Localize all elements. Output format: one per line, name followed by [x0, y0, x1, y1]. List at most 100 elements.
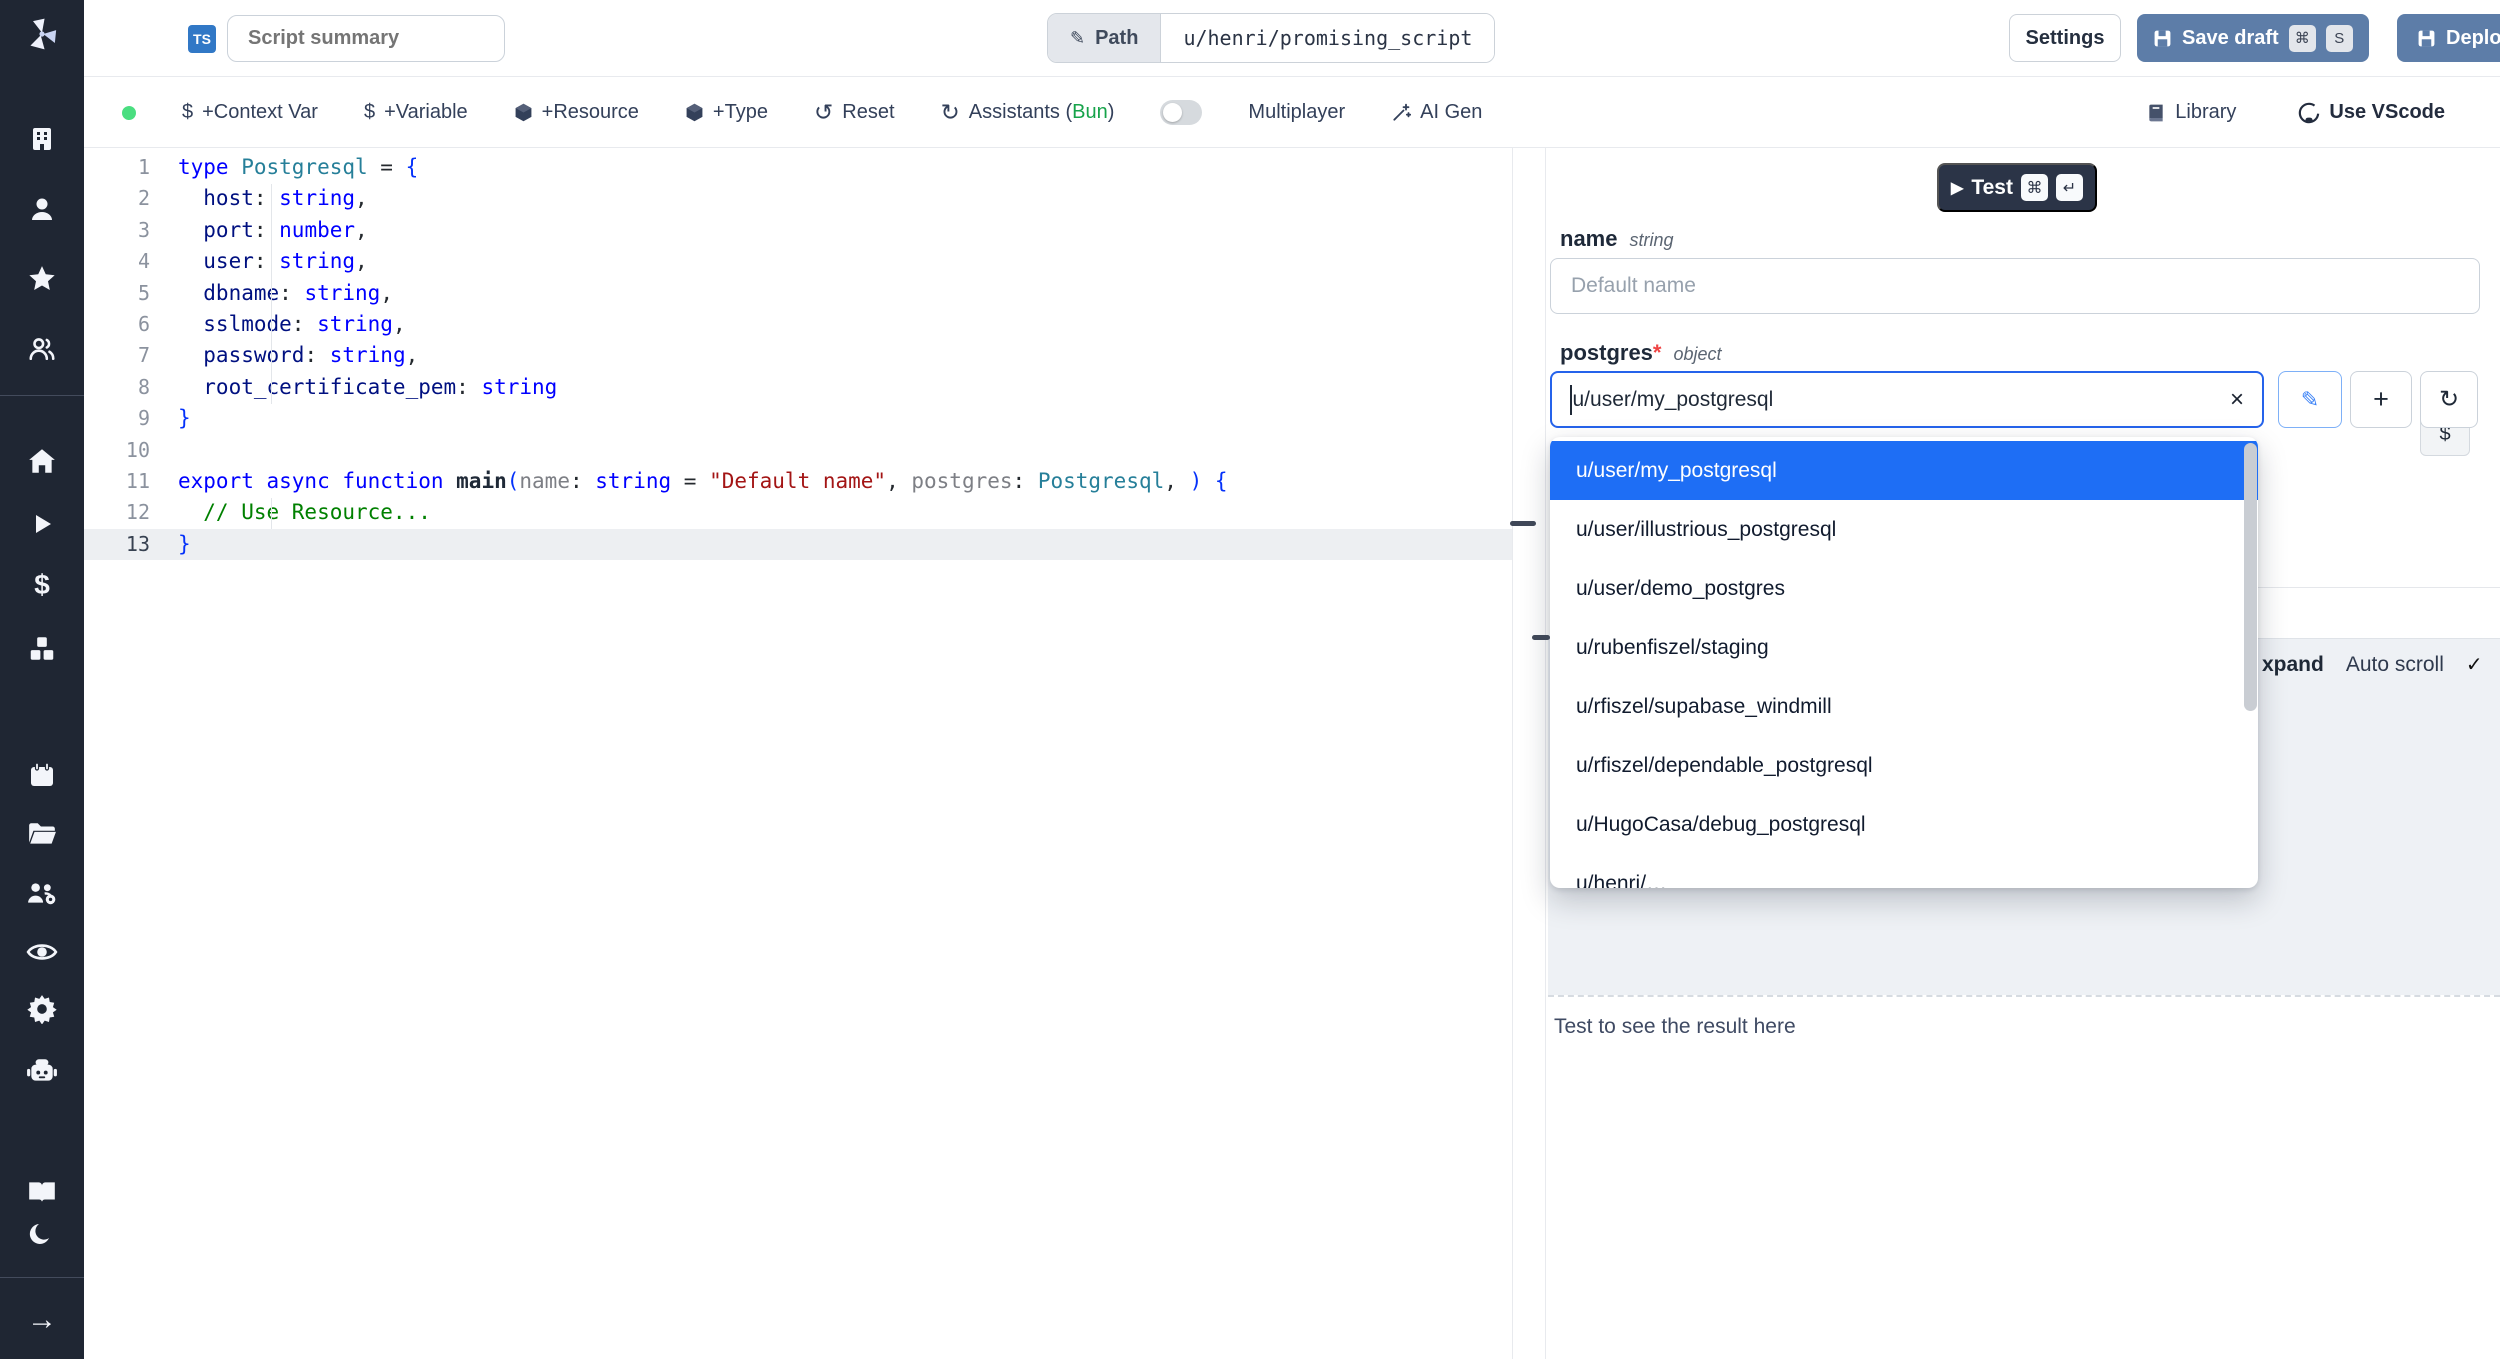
eye-icon[interactable] — [26, 938, 58, 966]
cube-icon — [514, 103, 533, 122]
postgres-value: u/user/my_postgresql — [1573, 388, 1774, 412]
add-type-button[interactable]: +Type — [685, 101, 768, 124]
dropdown-scrollbar[interactable] — [2244, 443, 2257, 711]
line-number: 3 — [84, 215, 178, 246]
robot-icon[interactable] — [26, 1057, 58, 1085]
dollar-icon: $ — [364, 101, 375, 124]
sidebar: $ → — [0, 0, 84, 1359]
code-text: password: string, — [178, 340, 418, 371]
code-line[interactable]: 5 dbname: string, — [84, 278, 1512, 309]
deploy-label: Deploy — [2446, 27, 2500, 50]
dropdown-item[interactable]: u/henri/… — [1550, 854, 2258, 888]
dropdown-item[interactable]: u/rfiszel/supabase_windmill — [1550, 677, 2258, 736]
dropdown-item[interactable]: u/HugoCasa/debug_postgresql — [1550, 795, 2258, 854]
cubes-icon[interactable] — [27, 634, 57, 664]
windmill-logo[interactable] — [24, 16, 60, 52]
add-context-var-button[interactable]: $+Context Var — [182, 101, 318, 124]
vertical-splitter-handle[interactable] — [1510, 521, 1536, 526]
multiplayer-label: Multiplayer — [1248, 101, 1345, 124]
horizontal-splitter-handle[interactable] — [1532, 635, 1550, 640]
add-variable-button[interactable]: $+Variable — [364, 101, 468, 124]
library-button[interactable]: Library — [2146, 101, 2236, 124]
code-line[interactable]: 7 password: string, — [84, 340, 1512, 371]
line-number: 4 — [84, 246, 178, 277]
cube-icon — [685, 103, 704, 122]
star-icon[interactable] — [27, 264, 57, 294]
moon-icon[interactable] — [28, 1221, 56, 1249]
deploy-button[interactable]: Deploy — [2397, 14, 2500, 62]
indent-guide — [271, 184, 272, 404]
line-number: 2 — [84, 183, 178, 214]
settings-button[interactable]: Settings — [2009, 14, 2121, 62]
code-text: // Use Resource... — [178, 497, 431, 528]
code-line[interactable]: 2 host: string, — [84, 183, 1512, 214]
code-line[interactable]: 1type Postgresql = { — [84, 152, 1512, 183]
test-button[interactable]: ▶ Test ⌘ ↵ — [1937, 163, 2097, 212]
editor-toolbar: $+Context Var $+Variable +Resource +Type… — [84, 77, 2500, 148]
postgres-input[interactable]: u/user/my_postgresql × — [1550, 371, 2264, 428]
save-draft-button[interactable]: Save draft ⌘ S — [2137, 14, 2369, 62]
building-icon[interactable] — [28, 125, 56, 153]
line-number: 8 — [84, 372, 178, 403]
line-number: 10 — [84, 435, 178, 466]
add-resource-button[interactable]: +Resource — [514, 101, 639, 124]
refresh-icon: ↻ — [941, 99, 960, 126]
name-field-label: name string — [1560, 226, 1674, 252]
autoscroll-checkbox[interactable]: ✓ — [2466, 652, 2483, 677]
book-icon — [2146, 103, 2166, 123]
home-icon[interactable] — [27, 446, 57, 476]
book-icon[interactable] — [26, 1178, 58, 1206]
add-resource-button[interactable]: + — [2350, 371, 2412, 428]
result-area: Test to see the result here — [1548, 995, 2500, 1359]
assistants-button[interactable]: ↻Assistants (Bun) — [941, 99, 1115, 126]
dropdown-item[interactable]: u/rubenfiszel/staging — [1550, 618, 2258, 677]
code-text: type Postgresql = { — [178, 152, 418, 183]
path-value: u/henri/promising_script — [1161, 14, 1494, 62]
line-number: 13 — [84, 529, 178, 560]
line-number: 12 — [84, 497, 178, 528]
arrow-right-icon[interactable]: → — [27, 1303, 57, 1337]
sidebar-divider — [0, 1277, 84, 1278]
text-caret — [1570, 385, 1572, 415]
dollar-icon[interactable]: $ — [34, 569, 50, 601]
code-line[interactable]: 4 user: string, — [84, 246, 1512, 277]
expand-button[interactable]: xpand — [2262, 653, 2324, 677]
resource-dropdown: u/user/my_postgresqlu/user/illustrious_p… — [1550, 437, 2258, 888]
typescript-badge: TS — [188, 25, 216, 53]
name-input[interactable] — [1550, 258, 2480, 314]
workers-icon[interactable] — [26, 878, 58, 908]
panel-splitter[interactable] — [1545, 148, 1546, 1359]
use-vscode-button[interactable]: Use VScode — [2298, 101, 2445, 124]
ai-gen-button[interactable]: AI Gen — [1391, 101, 1482, 124]
code-text: sslmode: string, — [178, 309, 406, 340]
code-line[interactable]: 8 root_certificate_pem: string — [84, 372, 1512, 403]
dropdown-item[interactable]: u/user/demo_postgres — [1550, 559, 2258, 618]
code-line[interactable]: 3 port: number, — [84, 215, 1512, 246]
status-dot — [122, 106, 136, 120]
code-line[interactable]: 11export async function main(name: strin… — [84, 466, 1512, 497]
script-summary-input[interactable] — [227, 15, 505, 62]
code-line[interactable]: 12 // Use Resource... — [84, 497, 1512, 528]
reset-button[interactable]: ↺Reset — [814, 99, 895, 126]
code-line[interactable]: 9} — [84, 403, 1512, 434]
code-editor[interactable]: 1type Postgresql = {2 host: string,3 por… — [84, 148, 1512, 1359]
code-line[interactable]: 10 — [84, 435, 1512, 466]
calendar-icon[interactable] — [28, 761, 56, 789]
multiplayer-toggle[interactable] — [1160, 100, 1202, 125]
edit-resource-button[interactable]: ✎ — [2278, 371, 2342, 428]
folder-icon[interactable] — [27, 819, 57, 849]
line-number: 6 — [84, 309, 178, 340]
path-widget[interactable]: ✎ Path u/henri/promising_script — [1047, 13, 1495, 63]
dropdown-item[interactable]: u/rfiszel/dependable_postgresql — [1550, 736, 2258, 795]
gear-icon[interactable] — [27, 994, 57, 1024]
code-line[interactable]: 6 sslmode: string, — [84, 309, 1512, 340]
dropdown-item[interactable]: u/user/illustrious_postgresql — [1550, 500, 2258, 559]
user-icon[interactable] — [28, 195, 56, 223]
refresh-resource-button[interactable]: ↻ — [2420, 371, 2478, 428]
play-icon[interactable] — [28, 510, 56, 538]
dropdown-item-selected[interactable]: u/user/my_postgresql — [1550, 441, 2258, 500]
clear-icon[interactable]: × — [2230, 386, 2244, 414]
code-text: user: string, — [178, 246, 368, 277]
users-icon[interactable] — [27, 333, 57, 363]
code-line[interactable]: 13} — [84, 529, 1512, 560]
